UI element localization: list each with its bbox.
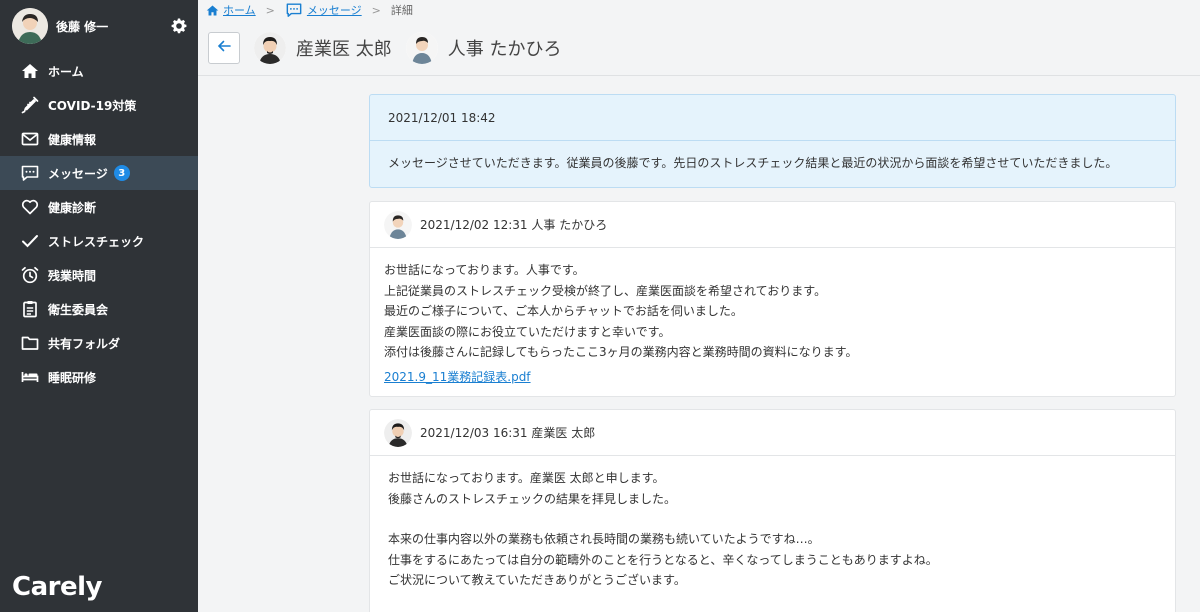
participant-name: 人事 たかひろ bbox=[447, 38, 562, 60]
sidebar-item-home[interactable]: ホーム bbox=[0, 54, 198, 88]
breadcrumb-messages-link[interactable]: メッセージ bbox=[307, 2, 362, 18]
chat-icon bbox=[285, 2, 303, 18]
sidebar-item-label: 共有フォルダ bbox=[48, 336, 121, 351]
sidebar-item-label: 衛生委員会 bbox=[48, 302, 109, 317]
user-avatar[interactable] bbox=[12, 8, 48, 44]
message-timestamp: 2021/12/02 12:31 人事 たかひろ bbox=[420, 218, 608, 232]
sidebar-item-label: 睡眠研修 bbox=[48, 370, 97, 385]
message-body: お世話になっております。産業医 太郎と申します。 後藤さんのストレスチェックの結… bbox=[370, 456, 1175, 603]
message-body: お世話になっております。人事です。 上記従業員のストレスチェック受検が終了し、産… bbox=[370, 248, 1175, 399]
gear-icon[interactable] bbox=[170, 17, 188, 35]
avatar bbox=[254, 31, 286, 64]
message-line: 添付は後藤さんに記録してもらったここ3ヶ月の業務内容と業務時間の資料になります。 bbox=[384, 345, 858, 359]
chevron-right-icon: > bbox=[371, 3, 381, 17]
clipboard-icon bbox=[20, 299, 40, 319]
participant-name: 産業医 太郎 bbox=[296, 38, 392, 60]
sidebar-item-label: ホーム bbox=[48, 64, 84, 79]
sidebar-item-sleep-training[interactable]: 睡眠研修 bbox=[0, 360, 198, 394]
breadcrumb: ホーム > メッセージ > 詳細 bbox=[206, 0, 413, 20]
syringe-icon bbox=[20, 95, 40, 115]
avatar bbox=[384, 418, 412, 447]
user-name: 後藤 修一 bbox=[56, 19, 109, 34]
message-line: 最近のご様子について、ご本人からチャットでお話を伺いました。 bbox=[384, 304, 743, 318]
sidebar-item-label: 残業時間 bbox=[48, 268, 97, 283]
user-profile: 後藤 修一 bbox=[0, 0, 198, 52]
home-icon bbox=[206, 4, 219, 17]
chevron-right-icon: > bbox=[265, 3, 275, 17]
message-header: 2021/12/03 16:31 産業医 太郎 bbox=[370, 410, 1175, 456]
sidebar-nav: ホーム COVID-19対策 健康情報 メッセージ 3 健康診断 ストレスチェッ… bbox=[0, 54, 198, 394]
message-header: 2021/12/02 12:31 人事 たかひろ bbox=[370, 202, 1175, 248]
participant-hr: 人事 たかひろ bbox=[405, 31, 562, 64]
sidebar-item-label: ストレスチェック bbox=[48, 234, 145, 249]
folder-icon bbox=[20, 333, 40, 353]
chat-icon bbox=[20, 163, 40, 183]
message-header: 2021/12/01 18:42 bbox=[370, 95, 1175, 141]
message-timestamp: 2021/12/01 18:42 bbox=[388, 110, 496, 125]
mail-icon bbox=[20, 129, 40, 149]
message-timestamp: 2021/12/03 16:31 産業医 太郎 bbox=[420, 426, 596, 440]
unread-badge: 3 bbox=[113, 165, 130, 181]
sidebar-item-stress-check[interactable]: ストレスチェック bbox=[0, 224, 198, 258]
sidebar-item-overtime[interactable]: 残業時間 bbox=[0, 258, 198, 292]
participant-doctor: 産業医 太郎 bbox=[254, 31, 392, 64]
message-line: 産業医面談の際にお役立ていただけますと幸いです。 bbox=[384, 324, 671, 339]
logo-text: Carely bbox=[12, 572, 102, 602]
sidebar-item-shared-folder[interactable]: 共有フォルダ bbox=[0, 326, 198, 360]
heart-icon bbox=[20, 197, 40, 217]
message-card: 2021/12/01 18:42 メッセージさせていただきます。従業員の後藤です… bbox=[369, 94, 1176, 188]
sidebar-item-messages[interactable]: メッセージ 3 bbox=[0, 156, 198, 190]
breadcrumb-current: 詳細 bbox=[390, 4, 413, 17]
avatar bbox=[405, 31, 438, 64]
sidebar-item-label: メッセージ bbox=[48, 166, 108, 181]
check-icon bbox=[20, 231, 40, 251]
attachment-link[interactable]: 2021.9_11業務記録表.pdf bbox=[384, 367, 531, 388]
sidebar: 後藤 修一 ホーム COVID-19対策 健康情報 メッセージ 3 健康診断 ス… bbox=[0, 0, 198, 612]
conversation-header: 産業医 太郎 人事 たかひろ bbox=[198, 20, 1200, 76]
message-line-blank bbox=[388, 509, 1161, 529]
back-button[interactable] bbox=[208, 31, 240, 64]
message-line: お世話になっております。産業医 太郎と申します。 bbox=[388, 471, 665, 485]
message-line: 仕事をするにあたっては自分の範疇外のことを行うとなると、辛くなってしまうこともあ… bbox=[388, 552, 938, 567]
bed-icon bbox=[20, 367, 40, 387]
sidebar-item-covid[interactable]: COVID-19対策 bbox=[0, 88, 198, 122]
message-line: 本来の仕事内容以外の業務も依頼され長時間の業務も続いていたようですね…。 bbox=[388, 532, 820, 546]
message-body: メッセージさせていただきます。従業員の後藤です。先日のストレスチェック結果と最近… bbox=[370, 141, 1175, 186]
sidebar-item-label: COVID-19対策 bbox=[48, 98, 137, 113]
alarm-icon bbox=[20, 265, 40, 285]
message-line: ご状況について教えていただきありがとうございます。 bbox=[388, 573, 686, 587]
home-icon bbox=[20, 61, 40, 81]
message-card: 2021/12/03 16:31 産業医 太郎 お世話になっております。産業医 … bbox=[369, 409, 1176, 612]
sidebar-item-label: 健康診断 bbox=[48, 200, 97, 215]
avatar bbox=[384, 210, 412, 239]
sidebar-item-health-checkup[interactable]: 健康診断 bbox=[0, 190, 198, 224]
sidebar-item-label: 健康情報 bbox=[48, 132, 97, 147]
sidebar-item-committee[interactable]: 衛生委員会 bbox=[0, 292, 198, 326]
message-line: 上記従業員のストレスチェック受検が終了し、産業医面談を希望されております。 bbox=[384, 283, 827, 298]
arrow-left-icon bbox=[217, 38, 231, 57]
sidebar-item-health-info[interactable]: 健康情報 bbox=[0, 122, 198, 156]
carely-logo: Carely bbox=[12, 572, 102, 602]
message-line: お世話になっております。人事です。 bbox=[384, 263, 585, 277]
message-line: 後藤さんのストレスチェックの結果を拝見しました。 bbox=[388, 491, 677, 506]
message-line: メッセージさせていただきます。従業員の後藤です。先日のストレスチェック結果と最近… bbox=[388, 156, 1118, 170]
breadcrumb-home-link[interactable]: ホーム bbox=[223, 2, 256, 18]
message-card: 2021/12/02 12:31 人事 たかひろ お世話になっております。人事で… bbox=[369, 201, 1176, 397]
